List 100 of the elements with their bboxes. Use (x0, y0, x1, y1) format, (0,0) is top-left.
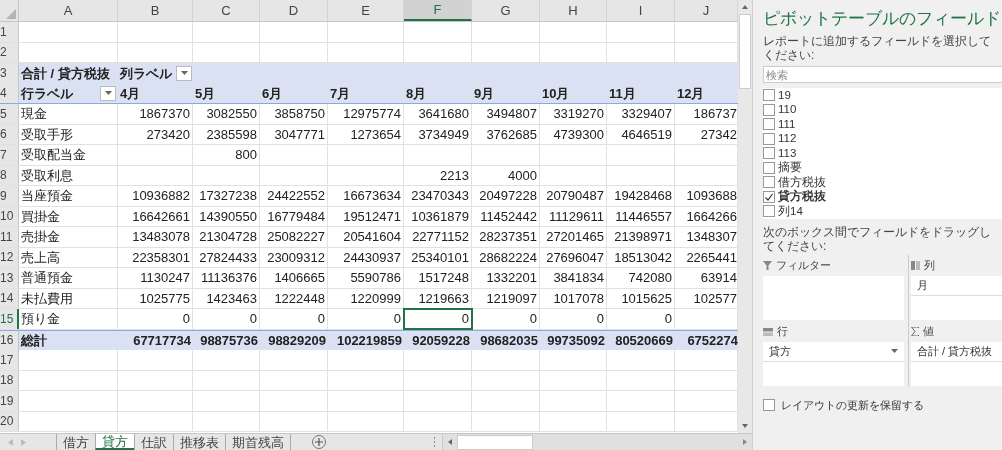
cell-text: 3641680 (418, 105, 469, 123)
cell-text: 4646519 (621, 125, 672, 144)
row-header[interactable]: 3 (0, 63, 19, 84)
cell-text: 普通預金 (21, 269, 73, 287)
cell-text: 1332201 (486, 269, 537, 287)
cell-text: 1867370 (139, 105, 190, 123)
cell-text: 17327238 (199, 187, 257, 205)
cell-text: 25340101 (411, 248, 469, 267)
cell-text: 7月 (330, 84, 351, 103)
cell-text: 6752274 (687, 331, 738, 350)
cell-text: 4月 (120, 84, 141, 103)
sheet-tab[interactable]: 貸方 (95, 434, 134, 450)
filter-icon (763, 261, 772, 270)
drop-area[interactable]: 月 (911, 275, 1002, 320)
scroll-right-icon[interactable] (21, 438, 26, 446)
row-header[interactable]: 16 (0, 330, 19, 350)
cell-text: 売掛金 (21, 228, 60, 246)
cell-text: 13483078 (132, 228, 190, 246)
row-header[interactable]: 1 (0, 22, 19, 42)
defer-update-label[interactable]: レイアウトの更新を保留する (781, 396, 924, 413)
cell-text: 800 (235, 146, 257, 164)
column-header[interactable]: C (193, 0, 260, 21)
cell-text: 3319270 (553, 105, 604, 123)
cell-text: 273420 (146, 125, 190, 144)
cell-text: 0 (461, 310, 469, 328)
cell-text: 27824433 (199, 248, 257, 267)
cell-text: 23009312 (267, 248, 325, 267)
cell-text: 1423463 (206, 289, 257, 308)
column-header[interactable]: I (607, 0, 675, 21)
area-field-label: 月 (917, 277, 928, 293)
horizontal-scrollbar[interactable] (442, 434, 752, 450)
row-header[interactable]: 19 (0, 391, 19, 411)
sheet-tab[interactable]: 期首残高 (225, 434, 290, 450)
column-header[interactable]: B (118, 0, 193, 21)
area-field-chip[interactable]: 月 (911, 275, 1002, 296)
splitter-handle-icon[interactable] (433, 437, 436, 447)
cell-text: 1220999 (350, 289, 401, 308)
defer-update-checkbox[interactable] (763, 398, 775, 411)
row-header[interactable]: 17 (0, 350, 19, 370)
cell-text: 行ラベル (21, 84, 73, 103)
column-header[interactable]: G (472, 0, 540, 21)
scrollbar-thumb[interactable] (457, 434, 533, 450)
cell-text: 2213 (440, 166, 469, 185)
filter-dropdown-button[interactable] (100, 85, 116, 101)
cell-text: 3329407 (621, 105, 672, 123)
field-checkbox[interactable] (763, 161, 775, 174)
rows-icon (763, 327, 773, 336)
plus-icon (315, 438, 323, 446)
field-checkbox[interactable] (763, 89, 775, 102)
cell-text: 98829209 (268, 331, 326, 350)
cell-text: 3762685 (486, 125, 537, 144)
cell-text: 11136376 (201, 269, 257, 287)
cell-text: 1517248 (418, 269, 469, 287)
cell-text: 27696047 (546, 248, 604, 267)
field-label[interactable]: 摘要 (778, 159, 802, 177)
field-checkbox[interactable] (763, 205, 775, 218)
column-header[interactable]: D (260, 0, 328, 21)
column-header[interactable]: H (540, 0, 607, 21)
row-header[interactable]: 9 (0, 186, 19, 206)
sheet-tab[interactable]: 推移表 (173, 434, 225, 450)
row-header[interactable]: 5 (0, 104, 19, 124)
field-label[interactable]: 19 (778, 86, 791, 104)
cell-text: 3858750 (274, 105, 325, 123)
drop-area[interactable]: 貸方 (763, 341, 904, 386)
cell-text: 27342 (700, 125, 737, 144)
field-checkbox[interactable] (763, 147, 775, 160)
area-field-chip[interactable]: 合計 / 貸方税抜 (911, 341, 1002, 362)
column-header[interactable]: A (19, 0, 118, 21)
row-header[interactable]: 15 (0, 309, 19, 329)
cell-text: 0 (317, 310, 325, 328)
cell-text: 67717734 (133, 331, 191, 350)
caret-icon (104, 91, 112, 96)
field-checkbox[interactable] (763, 103, 775, 116)
cell-text: 当座預金 (21, 187, 73, 205)
cell-text: 6月 (262, 84, 283, 103)
search-field[interactable]: 検索 (763, 66, 1002, 83)
cell-text: 25082227 (267, 228, 325, 246)
vertical-scrollbar[interactable] (738, 0, 752, 433)
cell-text: 28682224 (479, 248, 537, 267)
area-field-label: 貸方 (769, 343, 791, 359)
drop-area[interactable]: 合計 / 貸方税抜 (911, 341, 1002, 386)
column-header[interactable]: F (404, 0, 472, 21)
field-checkbox[interactable] (763, 118, 775, 131)
cell-text: 8月 (406, 84, 427, 103)
row-header[interactable]: 11 (0, 227, 19, 247)
area-field-chip[interactable]: 貸方 (763, 341, 904, 362)
cell-text: 12月 (677, 84, 705, 103)
row-header[interactable]: 7 (0, 145, 19, 165)
row-header[interactable]: 13 (0, 268, 19, 288)
cell-text: 1015625 (621, 289, 672, 308)
field-checkbox[interactable] (763, 176, 775, 189)
panel-subtitle: レポートに追加するフィールドを選択してください: (763, 34, 992, 62)
scrollbar-thumb[interactable] (739, 14, 751, 89)
field-checkbox[interactable] (763, 132, 775, 145)
cell-text: 10361879 (411, 207, 469, 226)
active-cell[interactable]: 0 (404, 309, 472, 329)
filter-dropdown-button[interactable] (176, 65, 192, 81)
sheet-tab[interactable]: 仕訳 (134, 434, 173, 450)
field-checkbox[interactable] (763, 190, 775, 203)
add-sheet-button[interactable] (312, 435, 326, 449)
